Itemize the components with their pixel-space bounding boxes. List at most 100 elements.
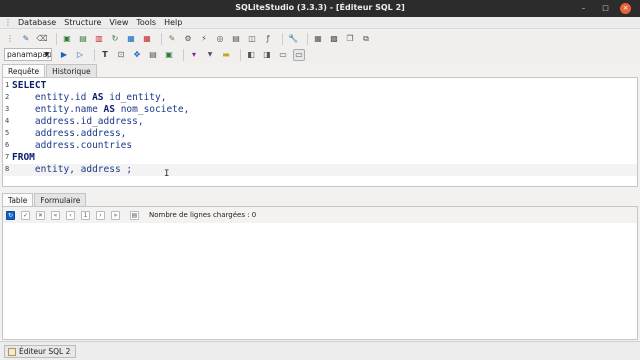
menu-bar: ⋮ Database Structure View Tools Help — [0, 17, 640, 29]
delete-table-icon[interactable]: ▦ — [141, 33, 153, 45]
code-line: 2 entity.id AS id_entity, — [3, 92, 637, 104]
next-page-icon[interactable]: › — [96, 210, 105, 220]
open-folder-icon[interactable]: ▬ — [220, 49, 232, 61]
sql-editor[interactable]: 1 SELECT 2 entity.id AS id_entity, 3 ent… — [2, 77, 638, 187]
code-line: 5 address.address, — [3, 128, 637, 140]
keyword: AS — [92, 92, 104, 103]
code-text: address.countries — [12, 140, 133, 151]
line-number: 5 — [5, 129, 10, 137]
prev-query-icon[interactable]: ◧ — [245, 49, 257, 61]
tab-historique[interactable]: Historique — [46, 64, 97, 77]
close-icon[interactable]: × — [620, 3, 631, 14]
code-text: address.address, — [12, 128, 127, 139]
edit-icon[interactable]: ✎ — [166, 33, 178, 45]
add-database-icon[interactable]: ▣ — [61, 33, 73, 45]
tab-table[interactable]: Table — [2, 193, 34, 206]
format-sql-icon[interactable]: T — [99, 49, 111, 61]
commit-icon[interactable]: ✓ — [21, 210, 30, 220]
save-dropdown-icon[interactable]: ▼ — [204, 49, 216, 61]
explain-query-icon[interactable]: ▷ — [74, 49, 86, 61]
index-icon[interactable]: ⚙ — [182, 33, 194, 45]
sql-editor-icon — [8, 348, 16, 356]
code-line: 7 FROM — [3, 152, 637, 164]
main-toolbar: ⋮ ✎ ⌫ ▣ ▤ ▥ ↻ ▦ ▦ ✎ ⚙ ⚡ ◎ ▤ ◫ ƒ 🔧 ▦ ▩ ❐ … — [0, 30, 640, 47]
close-all-icon[interactable]: ⧉ — [360, 33, 372, 45]
move-icon[interactable]: ✥ — [131, 49, 143, 61]
tab-formulaire[interactable]: Formulaire — [34, 193, 87, 206]
prev-page-icon[interactable]: ‹ — [66, 210, 75, 220]
menu-structure[interactable]: Structure — [60, 17, 105, 28]
code-line: 1 SELECT — [3, 80, 637, 92]
keyword: SELECT — [12, 80, 47, 91]
next-query-icon[interactable]: ◨ — [261, 49, 273, 61]
edit-database-icon[interactable]: ▤ — [77, 33, 89, 45]
table-icon[interactable]: ▦ — [125, 33, 137, 45]
toolbar-separator — [240, 48, 241, 61]
line-number: 1 — [5, 81, 10, 89]
minimize-icon[interactable]: – — [578, 3, 589, 14]
sql-icon[interactable]: ◫ — [246, 33, 258, 45]
connect-icon[interactable]: ✎ — [20, 33, 32, 45]
database-select[interactable]: panamapapers ▼ — [4, 48, 52, 61]
line-number: 8 — [5, 165, 10, 173]
toolbar-handle-icon: ⋮ — [6, 34, 14, 43]
code-line: 6 address.countries — [3, 140, 637, 152]
grid-icon[interactable]: ▦ — [312, 33, 324, 45]
line-number: 3 — [5, 105, 10, 113]
code-line: 3 entity.name AS nom_societe, — [3, 104, 637, 116]
editor-toolbar: panamapapers ▼ ▶ ▷ T ⊡ ✥ ▤ ▣ ▾ ▼ ▬ ◧ ◨ ▭… — [0, 46, 640, 63]
row-count-label: Nombre de lignes chargées : 0 — [149, 211, 257, 219]
toolbar-separator — [56, 32, 57, 45]
line-number: 7 — [5, 153, 10, 161]
remove-database-icon[interactable]: ▥ — [93, 33, 105, 45]
function-icon[interactable]: ƒ — [262, 33, 274, 45]
menu-help[interactable]: Help — [160, 17, 186, 28]
line-number: 2 — [5, 93, 10, 101]
refresh-results-icon[interactable]: ↻ — [6, 210, 15, 220]
chevron-down-icon: ▼ — [44, 51, 49, 58]
code-segment: entity.id — [12, 92, 93, 103]
save-icon[interactable]: ▾ — [188, 49, 200, 61]
window-task-label: Éditeur SQL 2 — [19, 347, 71, 356]
disconnect-icon[interactable]: ⌫ — [36, 33, 48, 45]
page-number[interactable]: 1 — [81, 210, 90, 220]
code-text: entity.name AS nom_societe, — [12, 104, 189, 116]
grid-tile-icon[interactable]: ▩ — [328, 33, 340, 45]
editor-tabs: Requête Historique — [2, 64, 98, 77]
export-icon[interactable]: ▣ — [163, 49, 175, 61]
view-icon[interactable]: ◎ — [214, 33, 226, 45]
menu-database[interactable]: Database — [14, 17, 60, 28]
refresh-icon[interactable]: ↻ — [109, 33, 121, 45]
window-title: SQLiteStudio (3.3.3) - [Éditeur SQL 2] — [235, 3, 405, 12]
code-segment: entity.name — [12, 104, 104, 115]
first-page-icon[interactable]: « — [51, 210, 60, 220]
clear-icon[interactable]: ⊡ — [115, 49, 127, 61]
single-view-icon[interactable]: ▭ — [277, 49, 289, 61]
code-text: entity.id AS id_entity, — [12, 92, 167, 104]
wrench-icon[interactable]: 🔧 — [287, 33, 299, 45]
result-tabs: Table Formulaire — [2, 193, 87, 206]
print-results-icon[interactable]: ▤ — [130, 210, 139, 220]
results-toolbar: ↻ ✓ ✕ « ‹ 1 › » ▤ Nombre de lignes charg… — [3, 207, 637, 223]
trigger-icon[interactable]: ⚡ — [198, 33, 210, 45]
cascade-icon[interactable]: ❐ — [344, 33, 356, 45]
code-segment: nom_societe, — [114, 104, 190, 115]
keyword: AS — [103, 104, 115, 115]
line-number: 6 — [5, 141, 10, 149]
execute-query-icon[interactable]: ▶ — [58, 49, 70, 61]
window-task-button[interactable]: Éditeur SQL 2 — [4, 345, 77, 358]
tab-requete[interactable]: Requête — [2, 64, 46, 77]
maximize-icon[interactable]: □ — [600, 3, 611, 14]
print-icon[interactable]: ▤ — [147, 49, 159, 61]
line-number: 4 — [5, 117, 10, 125]
columns-icon[interactable]: ▤ — [230, 33, 242, 45]
last-page-icon[interactable]: » — [111, 210, 120, 220]
toolbar-separator — [307, 32, 308, 45]
keyword: FROM — [12, 152, 35, 163]
menu-view[interactable]: View — [105, 17, 132, 28]
menu-tools[interactable]: Tools — [132, 17, 160, 28]
status-bar: Éditeur SQL 2 — [0, 341, 640, 360]
split-view-icon[interactable]: ▭ — [293, 48, 305, 61]
code-text: entity, address ; — [12, 164, 133, 175]
rollback-icon[interactable]: ✕ — [36, 210, 45, 220]
